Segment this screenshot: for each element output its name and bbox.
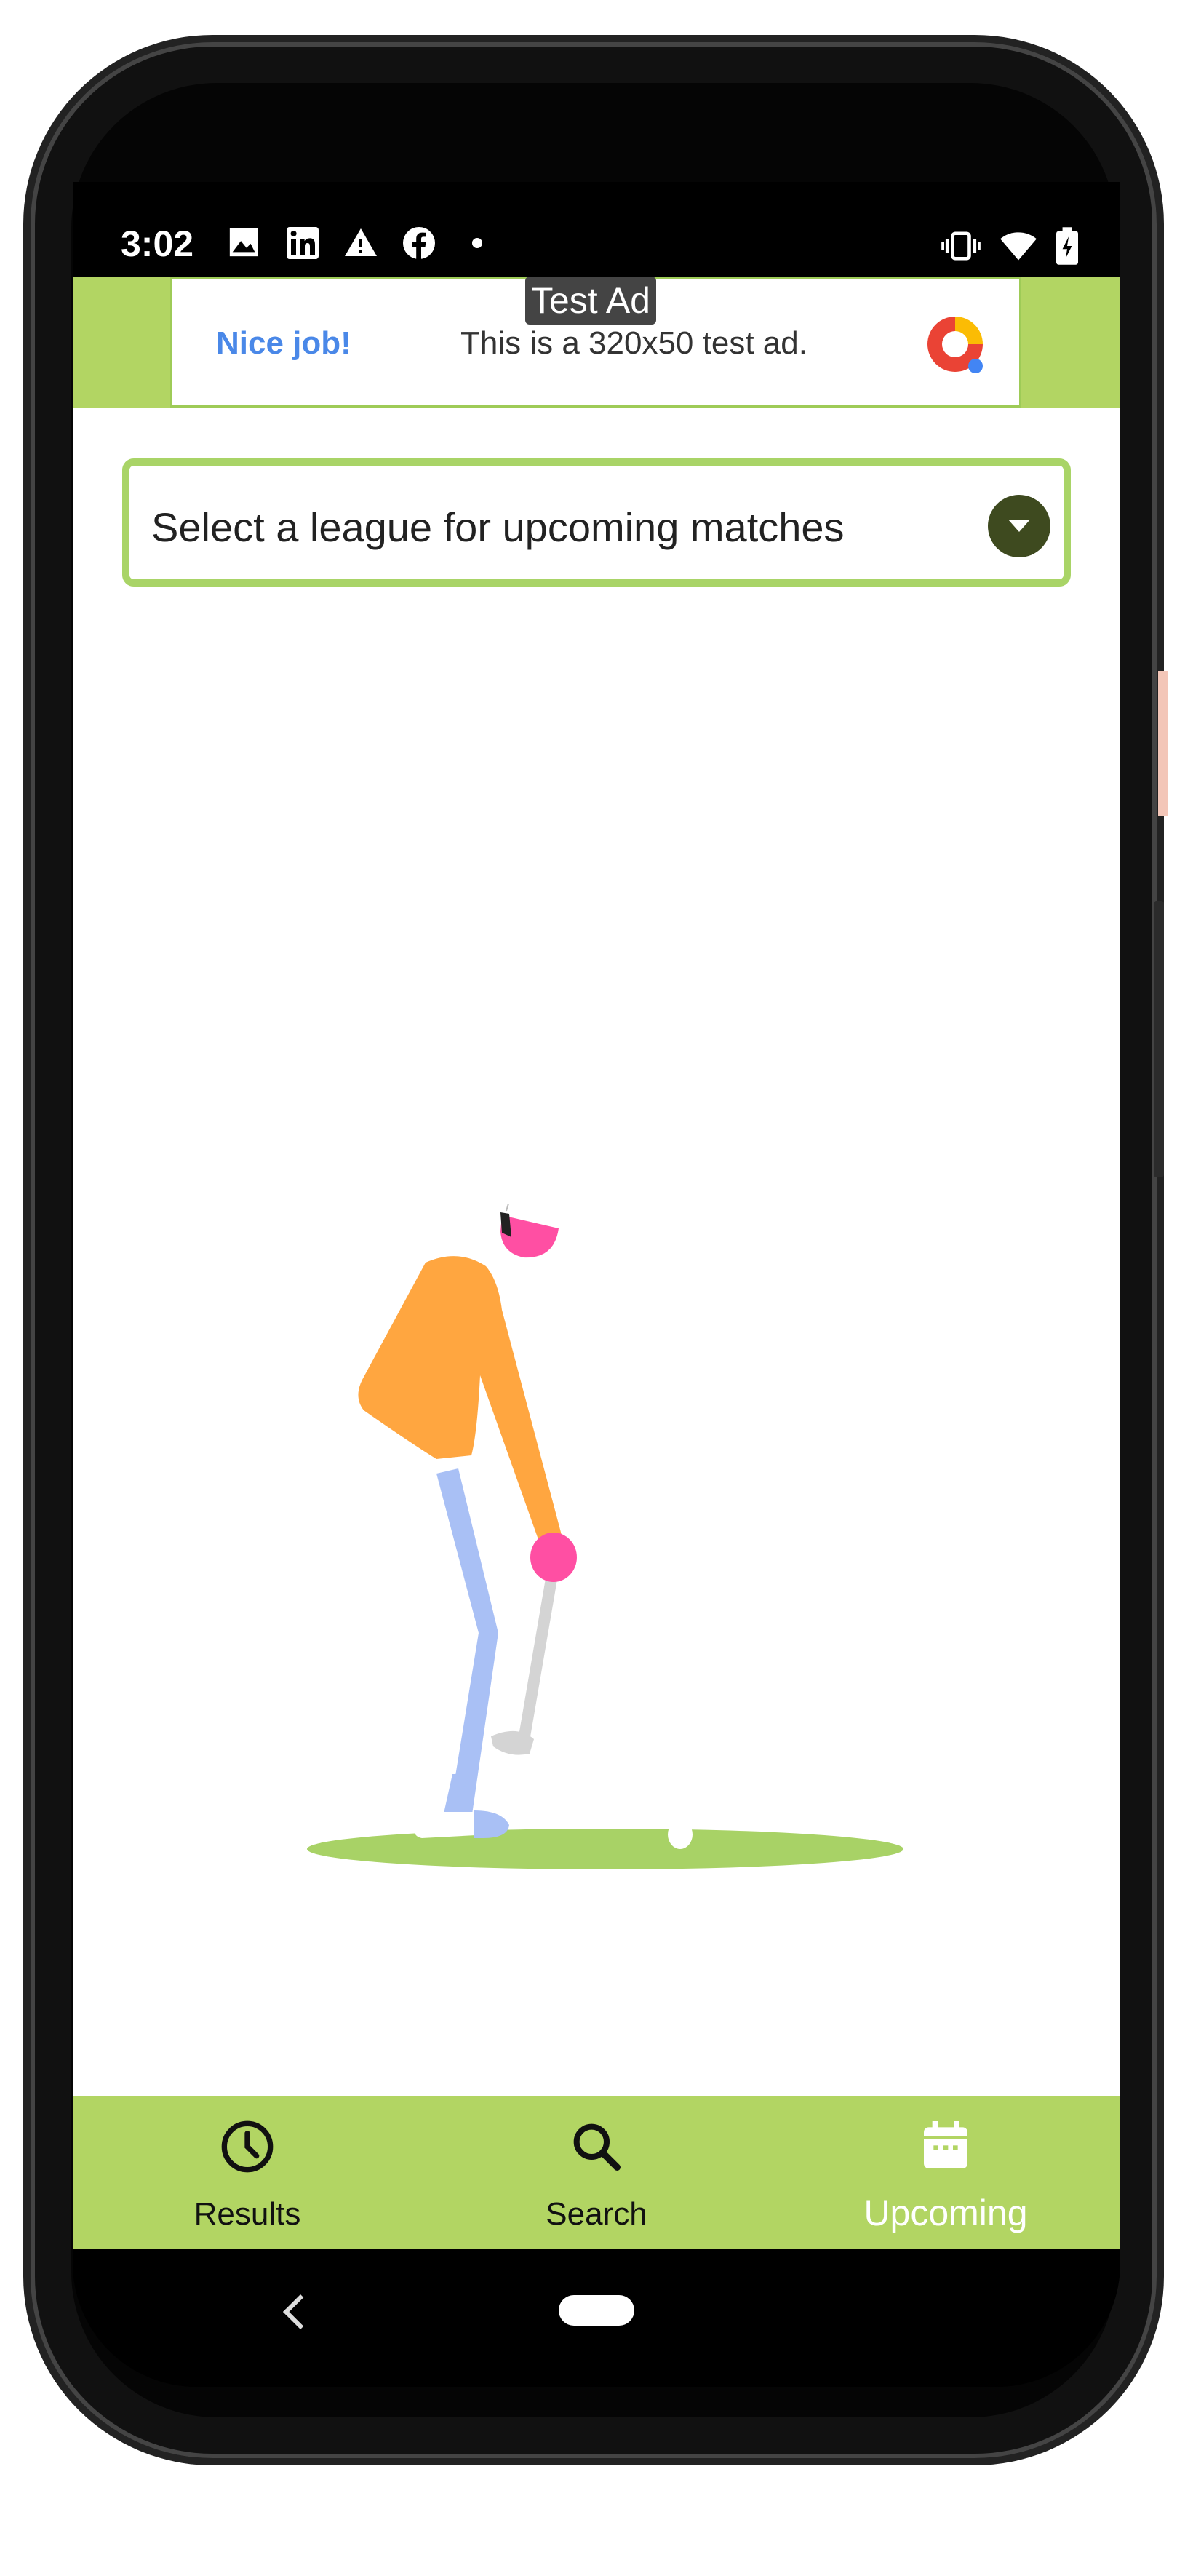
vibrate-icon <box>941 229 981 266</box>
nav-results-label: Results <box>193 2196 301 2232</box>
side-accent <box>1158 671 1168 816</box>
clock-icon <box>221 2120 274 2173</box>
dot-icon <box>460 226 496 262</box>
golfer-cap-line <box>506 1203 509 1212</box>
search-icon <box>573 2123 621 2171</box>
test-ad-label: Test Ad <box>525 277 656 325</box>
system-navigation-bar <box>73 2249 1120 2387</box>
ad-headline: Nice job! <box>216 325 351 361</box>
golfer-shoe <box>413 1812 478 1838</box>
volume-button <box>1154 901 1164 1177</box>
screen: 3:02 Nice job! This is a 320x50 test ad.… <box>73 182 1120 2387</box>
admob-logo-icon <box>920 309 990 379</box>
facebook-icon <box>402 226 438 262</box>
golf-ball <box>668 1820 693 1849</box>
golfer-illustration <box>307 1203 903 1869</box>
back-icon[interactable] <box>282 2294 319 2330</box>
image-icon <box>227 226 263 262</box>
nav-upcoming-label: Upcoming <box>863 2193 1028 2233</box>
status-time: 3:02 <box>121 223 194 264</box>
grass-ellipse <box>307 1829 903 1869</box>
status-bar: 3:02 <box>73 182 1120 277</box>
wifi-icon <box>1000 229 1037 266</box>
upcoming-content: Select a league for upcoming matches <box>73 408 1120 2096</box>
nav-search-label: Search <box>546 2196 647 2232</box>
ad-message: This is a 320x50 test ad. <box>460 325 807 361</box>
system-status-icons <box>941 227 1078 269</box>
calendar-icon <box>924 2121 967 2168</box>
home-pill-icon[interactable] <box>559 2295 634 2326</box>
nav-search[interactable]: Search <box>422 2096 771 2249</box>
golfer-leg <box>436 1468 498 1825</box>
golfer-hand <box>530 1533 577 1582</box>
linkedin-icon <box>285 226 322 262</box>
warning-icon <box>343 226 380 262</box>
battery-charging-icon <box>1056 227 1078 269</box>
nav-upcoming[interactable]: Upcoming <box>771 2096 1120 2249</box>
golf-club-head <box>491 1730 534 1755</box>
bottom-navigation: Results Search Upcoming <box>73 2096 1120 2249</box>
nav-results[interactable]: Results <box>73 2096 422 2249</box>
notification-icons <box>227 226 496 262</box>
